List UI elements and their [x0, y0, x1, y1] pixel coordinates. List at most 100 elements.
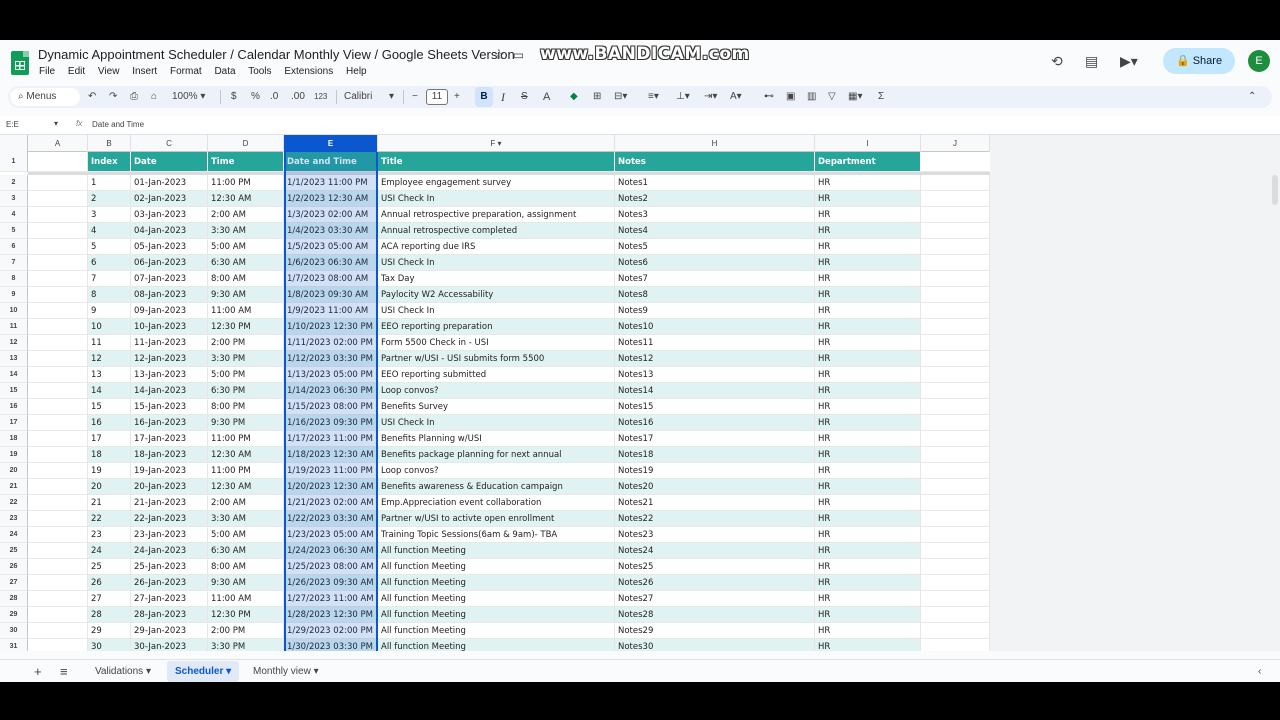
- cell-a[interactable]: [28, 207, 88, 222]
- cell-title[interactable]: All function Meeting: [378, 623, 615, 638]
- cell-time[interactable]: 11:00 AM: [208, 591, 284, 606]
- header-cell-date-and-time[interactable]: Date and Time: [284, 152, 378, 171]
- cell-j[interactable]: [921, 287, 990, 302]
- cell-title[interactable]: All function Meeting: [378, 591, 615, 606]
- row-header[interactable]: 14: [0, 367, 28, 383]
- cell-notes[interactable]: Notes27: [615, 591, 815, 606]
- text-wrap-icon[interactable]: ⇥▾: [704, 86, 717, 108]
- cell-index[interactable]: 4: [88, 223, 131, 238]
- font-select[interactable]: Calibri ▾: [344, 86, 394, 108]
- cell-j[interactable]: [921, 303, 990, 318]
- cell-title[interactable]: Loop convos?: [378, 383, 615, 398]
- cell-date[interactable]: 02-Jan-2023: [131, 191, 208, 206]
- row-header[interactable]: 29: [0, 607, 28, 623]
- cell-time[interactable]: 11:00 PM: [208, 175, 284, 190]
- cell-j[interactable]: [921, 495, 990, 510]
- cell-date[interactable]: 14-Jan-2023: [131, 383, 208, 398]
- cell-department[interactable]: HR: [815, 223, 921, 238]
- cell-department[interactable]: HR: [815, 191, 921, 206]
- cell-department[interactable]: HR: [815, 447, 921, 462]
- cell-notes[interactable]: Notes23: [615, 527, 815, 542]
- cell-time[interactable]: 6:30 PM: [208, 383, 284, 398]
- cell-index[interactable]: 29: [88, 623, 131, 638]
- cell-index[interactable]: 23: [88, 527, 131, 542]
- cell-date-and-time[interactable]: 1/21/2023 02:00 AM: [284, 495, 378, 510]
- cell-date-and-time[interactable]: 1/11/2023 02:00 PM: [284, 335, 378, 350]
- column-header-i[interactable]: I: [815, 135, 921, 152]
- cell-date[interactable]: 16-Jan-2023: [131, 415, 208, 430]
- cell-time[interactable]: 12:30 AM: [208, 447, 284, 462]
- all-sheets-button[interactable]: ≡: [60, 660, 68, 682]
- row-header[interactable]: 27: [0, 575, 28, 591]
- cell-date-and-time[interactable]: 1/23/2023 05:00 AM: [284, 527, 378, 542]
- row-header[interactable]: 3: [0, 191, 28, 207]
- cell-title[interactable]: Annual retrospective preparation, assign…: [378, 207, 615, 222]
- cell-title[interactable]: Loop convos?: [378, 463, 615, 478]
- cell-date[interactable]: 04-Jan-2023: [131, 223, 208, 238]
- collapse-toolbar-icon[interactable]: ⌃: [1248, 86, 1256, 108]
- header-cell-index[interactable]: Index: [88, 152, 131, 171]
- cell-department[interactable]: HR: [815, 319, 921, 334]
- undo-icon[interactable]: ↶: [88, 86, 96, 108]
- row-header[interactable]: 19: [0, 447, 28, 463]
- cell-j[interactable]: [921, 399, 990, 414]
- cell-j[interactable]: [921, 639, 990, 651]
- cell-title[interactable]: All function Meeting: [378, 575, 615, 590]
- cell-notes[interactable]: Notes4: [615, 223, 815, 238]
- cell-a[interactable]: [28, 575, 88, 590]
- meet-video-icon[interactable]: ▶▾: [1120, 53, 1138, 70]
- cell-time[interactable]: 2:00 AM: [208, 495, 284, 510]
- cell-title[interactable]: Tax Day: [378, 271, 615, 286]
- cell-index[interactable]: 26: [88, 575, 131, 590]
- column-header-a[interactable]: A: [28, 135, 88, 152]
- cell-title[interactable]: ACA reporting due IRS: [378, 239, 615, 254]
- cell-j[interactable]: [921, 623, 990, 638]
- filter-icon[interactable]: ▽: [828, 86, 836, 108]
- cell-index[interactable]: 6: [88, 255, 131, 270]
- cell-notes[interactable]: Notes3: [615, 207, 815, 222]
- cell-j[interactable]: [921, 255, 990, 270]
- menu-file[interactable]: File: [39, 66, 55, 77]
- add-sheet-button[interactable]: +: [34, 660, 42, 682]
- cell-j[interactable]: [921, 351, 990, 366]
- row-header[interactable]: 24: [0, 527, 28, 543]
- cell-date[interactable]: 23-Jan-2023: [131, 527, 208, 542]
- cell-notes[interactable]: Notes8: [615, 287, 815, 302]
- percent-format-button[interactable]: %: [251, 86, 260, 108]
- cell-index[interactable]: 5: [88, 239, 131, 254]
- header-cell-department[interactable]: Department: [815, 152, 921, 171]
- cell-department[interactable]: HR: [815, 575, 921, 590]
- chevron-down-icon[interactable]: ▾: [54, 119, 58, 128]
- cell-a[interactable]: [28, 623, 88, 638]
- cell-a[interactable]: [28, 383, 88, 398]
- borders-icon[interactable]: ⊞: [593, 86, 601, 108]
- document-title[interactable]: Dynamic Appointment Scheduler / Calendar…: [38, 47, 515, 62]
- cell-a[interactable]: [28, 527, 88, 542]
- cell-notes[interactable]: Notes18: [615, 447, 815, 462]
- cell-department[interactable]: HR: [815, 463, 921, 478]
- menu-format[interactable]: Format: [170, 66, 202, 77]
- cell-department[interactable]: HR: [815, 239, 921, 254]
- cell-date[interactable]: 05-Jan-2023: [131, 239, 208, 254]
- menu-edit[interactable]: Edit: [68, 66, 85, 77]
- cell-j[interactable]: [921, 447, 990, 462]
- cell-date[interactable]: 29-Jan-2023: [131, 623, 208, 638]
- cell-date[interactable]: 09-Jan-2023: [131, 303, 208, 318]
- bold-button[interactable]: B: [475, 87, 493, 107]
- sheet-tab-scheduler[interactable]: Scheduler ▾: [167, 661, 240, 682]
- cell-date[interactable]: 26-Jan-2023: [131, 575, 208, 590]
- row-header[interactable]: 5: [0, 223, 28, 239]
- cell-j[interactable]: [921, 239, 990, 254]
- cell-time[interactable]: 8:00 PM: [208, 399, 284, 414]
- cell-index[interactable]: 2: [88, 191, 131, 206]
- font-size-input[interactable]: 11: [426, 89, 448, 105]
- cell-time[interactable]: 8:00 AM: [208, 271, 284, 286]
- cell-title[interactable]: Employee engagement survey: [378, 175, 615, 190]
- cell-a[interactable]: [28, 351, 88, 366]
- cell-a[interactable]: [28, 559, 88, 574]
- cell-j[interactable]: [921, 543, 990, 558]
- cell-time[interactable]: 12:30 AM: [208, 479, 284, 494]
- cell-notes[interactable]: Notes16: [615, 415, 815, 430]
- cell-date-and-time[interactable]: 1/27/2023 11:00 AM: [284, 591, 378, 606]
- cell-index[interactable]: 18: [88, 447, 131, 462]
